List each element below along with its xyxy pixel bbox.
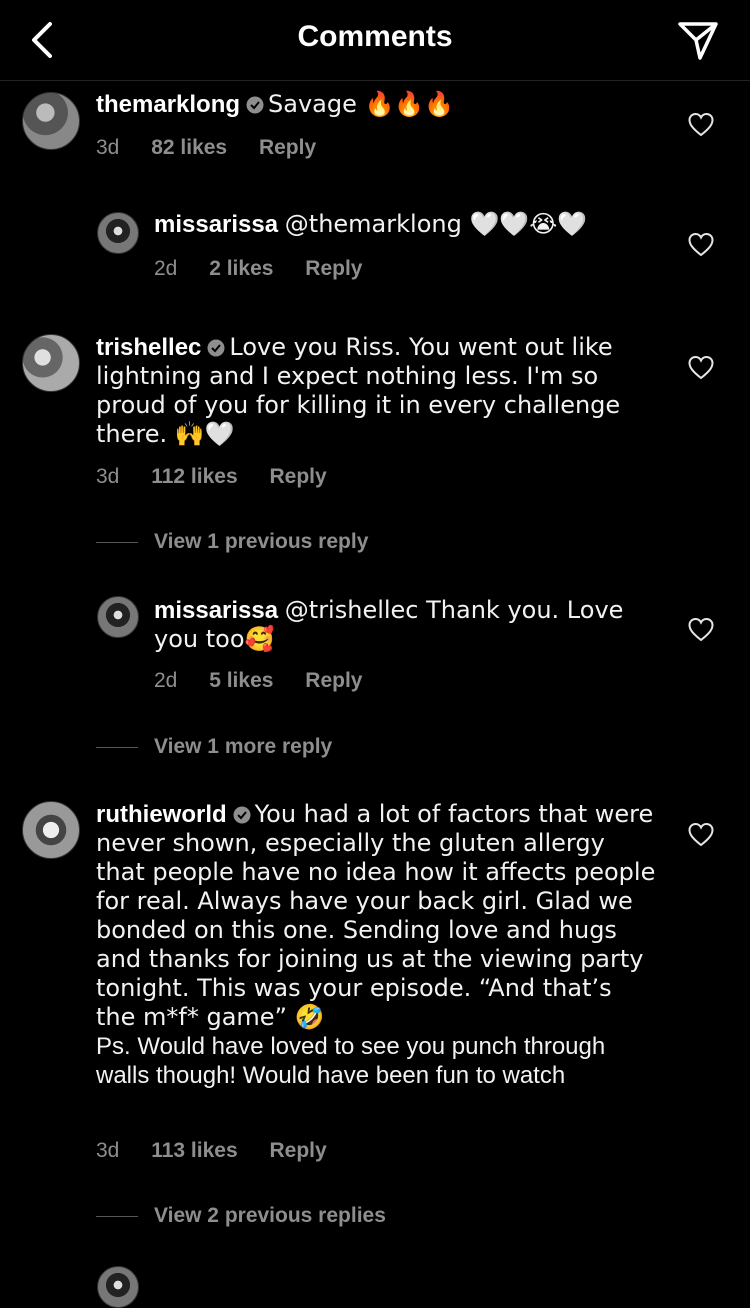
comment-username[interactable]: themarklong [96, 91, 240, 118]
likes-count[interactable]: 2 likes [209, 257, 273, 281]
heart-icon[interactable] [688, 232, 714, 258]
view-replies-label: View 1 more reply [154, 735, 333, 758]
heart-icon[interactable] [688, 112, 714, 138]
header-bar: Comments [0, 0, 750, 81]
view-replies-label: View 1 previous reply [154, 530, 369, 553]
reply-button[interactable]: Reply [305, 669, 362, 693]
comment-meta: 3d 82 likes Reply [96, 136, 342, 160]
comment-username[interactable]: missarissa [154, 211, 278, 238]
divider-line [96, 746, 138, 748]
comment-age: 2d [154, 257, 178, 280]
comment-meta: 2d 2 likes Reply [154, 257, 388, 281]
page-title: Comments [297, 20, 453, 53]
comment-age: 3d [96, 136, 120, 159]
reply-button[interactable]: Reply [305, 257, 362, 281]
comment-meta: 3d 113 likes Reply [96, 1139, 353, 1163]
avatar[interactable] [22, 92, 80, 150]
divider-line [96, 1215, 138, 1217]
avatar[interactable] [22, 334, 80, 392]
comment-text-continued: Ps. Would have loved to see you punch th… [96, 1033, 606, 1089]
likes-count[interactable]: 5 likes [209, 669, 273, 693]
avatar[interactable] [97, 212, 139, 254]
likes-count[interactable]: 112 likes [151, 465, 237, 489]
comment-text: @themarklong 🤍🤍😭🤍 [284, 210, 588, 238]
divider-line [96, 541, 138, 543]
view-replies-link[interactable]: View 1 previous reply [96, 530, 368, 554]
reply-button[interactable]: Reply [269, 1139, 326, 1163]
verified-badge-icon [207, 339, 225, 357]
heart-icon[interactable] [688, 617, 714, 643]
reply-button[interactable]: Reply [259, 136, 316, 160]
heart-icon[interactable] [688, 355, 714, 381]
view-replies-link[interactable]: View 2 previous replies [96, 1204, 386, 1228]
comment-text: Savage 🔥🔥🔥 [268, 90, 455, 118]
avatar[interactable] [22, 801, 80, 859]
reply-button[interactable]: Reply [269, 465, 326, 489]
send-icon[interactable] [676, 18, 720, 62]
likes-count[interactable]: 113 likes [151, 1139, 237, 1163]
comment-text: You had a lot of factors that were never… [96, 800, 656, 1031]
comment-username[interactable]: trishellec [96, 334, 201, 361]
heart-icon[interactable] [688, 822, 714, 848]
comment-username[interactable]: ruthieworld [96, 801, 227, 828]
comment-age: 3d [96, 1139, 120, 1162]
verified-badge-icon [246, 96, 264, 114]
verified-badge-icon [233, 806, 251, 824]
comment-meta: 3d 112 likes Reply [96, 465, 353, 489]
comment-age: 2d [154, 669, 178, 692]
avatar[interactable] [97, 596, 139, 638]
comment-username[interactable]: missarissa [154, 597, 278, 624]
likes-count[interactable]: 82 likes [151, 136, 227, 160]
comment-meta: 2d 5 likes Reply [154, 669, 388, 693]
comment-age: 3d [96, 465, 120, 488]
view-replies-link[interactable]: View 1 more reply [96, 735, 332, 759]
avatar[interactable] [97, 1266, 139, 1308]
view-replies-label: View 2 previous replies [154, 1204, 386, 1227]
